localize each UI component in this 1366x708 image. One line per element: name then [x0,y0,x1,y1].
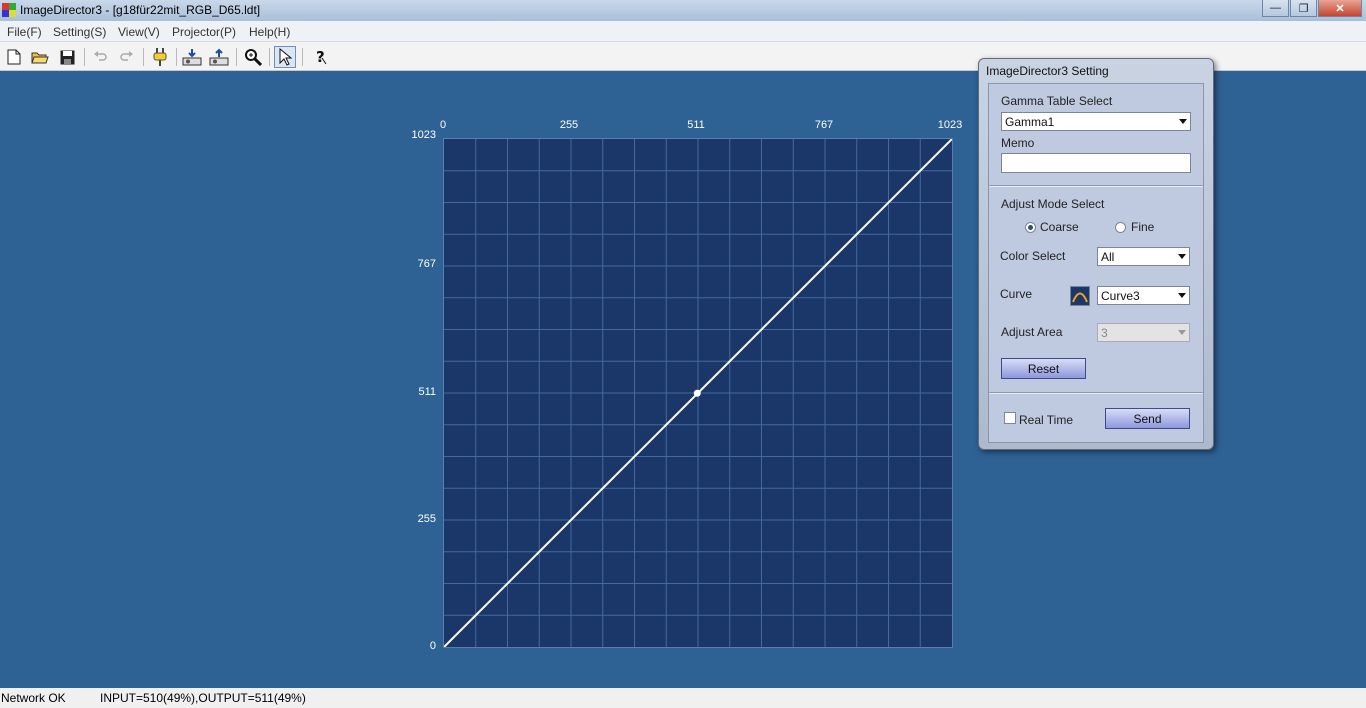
y-tick-label: 1023 [411,129,436,141]
color-select[interactable]: All [1097,247,1190,266]
chevron-down-icon [1179,119,1187,124]
gamma-table-select[interactable]: Gamma1 [1001,112,1191,131]
memo-field[interactable] [1001,153,1191,173]
settings-dialog: ImageDirector3 Setting Gamma Table Selec… [978,58,1214,450]
pointer-select-icon[interactable] [274,46,296,68]
menu-file[interactable]: File(F) [7,25,42,39]
curve-label: Curve [1000,287,1033,301]
zoom-icon[interactable] [242,46,264,68]
x-tick-label: 511 [687,119,705,131]
status-bar: Network OK INPUT=510(49%),OUTPUT=511(49%… [0,688,1366,708]
dialog-body: Gamma Table Select Gamma1 Memo Adjust Mo… [988,83,1204,443]
y-tick-label: 767 [417,258,436,270]
chevron-down-icon [1178,254,1186,259]
curve-select[interactable]: Curve3 [1097,286,1190,305]
new-file-icon[interactable] [3,46,25,68]
x-tick-label: 0 [439,119,447,131]
realtime-label: Real Time [1019,413,1074,427]
io-readout: INPUT=510(49%),OUTPUT=511(49%) [100,691,306,705]
save-icon[interactable] [56,46,78,68]
gamma-table-value: Gamma1 [1005,115,1055,129]
download-to-projector-icon[interactable] [181,46,203,68]
adjust-area-label: Adjust Area [1001,325,1063,339]
app-icon [2,3,16,17]
fine-radio[interactable] [1115,222,1126,233]
x-tick-label: 767 [814,119,834,131]
toolbar-separator [236,48,237,66]
menu-view[interactable]: View(V) [118,25,160,39]
dialog-title: ImageDirector3 Setting [986,64,1109,78]
curve-control-point[interactable] [693,389,701,397]
menu-setting[interactable]: Setting(S) [53,25,106,39]
y-tick-label: 511 [418,386,436,398]
adjust-mode-label: Adjust Mode Select [1001,197,1105,211]
curve-shape-icon [1070,286,1090,306]
redo-icon[interactable] [116,46,138,68]
reset-button[interactable]: Reset [1001,358,1086,379]
fine-label: Fine [1131,220,1155,234]
toolbar-separator [302,48,303,66]
coarse-radio[interactable] [1025,222,1036,233]
window-title: ImageDirector3 - [g18für22mit_RGB_D65.ld… [20,3,261,17]
x-tick-label: 255 [559,119,579,131]
gamma-table-label: Gamma Table Select [1001,94,1113,108]
gamma-curve-plot[interactable] [443,138,953,648]
send-button[interactable]: Send [1105,408,1190,429]
divider [989,185,1203,187]
chevron-down-icon [1178,330,1186,335]
toolbar-separator [143,48,144,66]
adjust-area-select: 3 [1097,323,1190,342]
curve-select-value: Curve3 [1101,289,1140,303]
toolbar-separator [176,48,177,66]
y-tick-label: 255 [417,513,436,525]
toolbar-separator [84,48,85,66]
connect-plug-icon[interactable] [149,46,171,68]
realtime-checkbox[interactable] [1004,412,1016,424]
svg-text:?: ? [316,48,325,66]
y-tick-label: 0 [429,640,436,652]
menu-bar: File(F) Setting(S) View(V) Projector(P) … [0,21,1366,42]
menu-help[interactable]: Help(H) [249,25,290,39]
help-icon[interactable]: ? [309,46,331,68]
network-status: Network OK [1,691,66,705]
restore-button[interactable]: ❐ [1290,0,1317,17]
menu-projector[interactable]: Projector(P) [172,25,236,39]
color-select-value: All [1101,250,1115,264]
color-select-label: Color Select [1000,249,1066,263]
upload-from-projector-icon[interactable] [208,46,230,68]
adjust-area-value: 3 [1101,326,1108,340]
close-button[interactable]: ✕ [1318,0,1362,17]
chevron-down-icon [1178,293,1186,298]
coarse-label: Coarse [1040,220,1079,234]
x-tick-label: 1023 [937,119,963,131]
minimize-button[interactable]: — [1262,0,1289,17]
open-folder-icon[interactable] [29,46,51,68]
memo-label: Memo [1001,136,1035,150]
divider [989,392,1203,394]
title-bar: ImageDirector3 - [g18für22mit_RGB_D65.ld… [0,0,1366,21]
undo-icon[interactable] [89,46,111,68]
gamma-curve-svg[interactable] [443,138,953,648]
toolbar-separator [269,48,270,66]
